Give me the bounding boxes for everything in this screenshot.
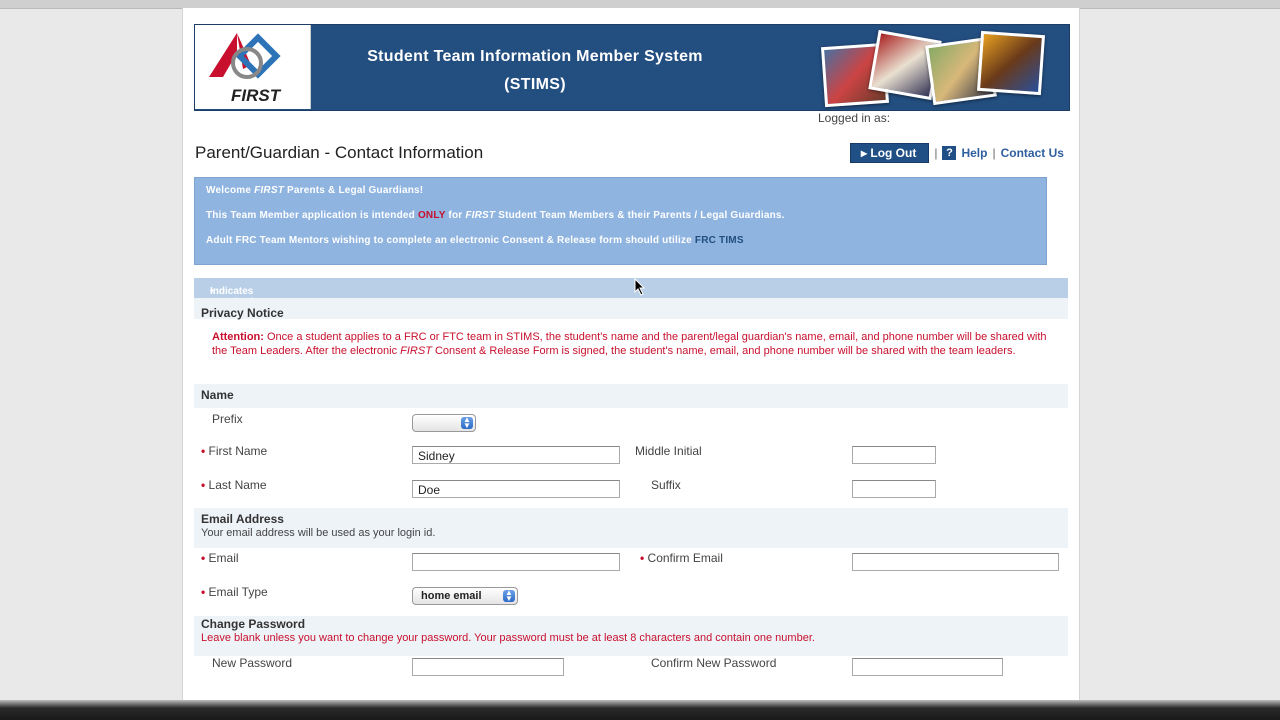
- required-dot-icon: •: [201, 551, 206, 565]
- photo-4: [976, 30, 1046, 96]
- welcome-first: FIRST: [465, 210, 496, 221]
- welcome-text: Parents & Legal Guardians!: [284, 185, 424, 196]
- new-password-label: New Password: [212, 656, 293, 670]
- attention-label: Attention:: [212, 331, 264, 343]
- contact-us-link[interactable]: Contact Us: [1001, 146, 1064, 160]
- welcome-line-3: Adult FRC Team Mentors wishing to comple…: [206, 235, 744, 246]
- logged-in-label: Logged in as:: [818, 111, 891, 125]
- email-label: • Email: [201, 551, 239, 565]
- new-password-input[interactable]: [412, 658, 564, 676]
- middle-initial-label: Middle Initial: [635, 444, 702, 458]
- page-container: FIRST Student Team Information Member Sy…: [182, 8, 1080, 700]
- select-arrow-icon: ▲ ▼: [461, 416, 473, 430]
- logout-label: Log Out: [870, 146, 917, 160]
- email-input[interactable]: [412, 553, 620, 571]
- required-dot-icon: •: [201, 478, 206, 492]
- site-title: Student Team Information Member System (…: [315, 43, 755, 99]
- confirm-password-label: Confirm New Password: [651, 656, 777, 670]
- password-heading: Change Password: [201, 617, 306, 631]
- welcome-first: FIRST: [254, 185, 284, 196]
- confirm-email-input[interactable]: [852, 553, 1059, 571]
- name-heading-bg: [194, 384, 1068, 408]
- welcome-text: Adult FRC Team Mentors wishing to comple…: [206, 235, 695, 246]
- required-field-bar: • Indicates Required Field: [194, 278, 1068, 319]
- required-dot-icon: •: [640, 551, 645, 565]
- logout-button[interactable]: ▸ Log Out: [850, 143, 930, 163]
- first-name-label: • First Name: [201, 444, 267, 458]
- last-name-input[interactable]: Doe: [412, 480, 620, 498]
- privacy-heading: Privacy Notice: [201, 306, 284, 320]
- privacy-text: Consent & Release Form is signed, the st…: [431, 345, 1016, 357]
- required-dot-icon: •: [201, 585, 206, 599]
- confirm-email-label: • Confirm Email: [640, 551, 723, 565]
- email-heading: Email Address: [201, 512, 284, 526]
- email-type-select[interactable]: home email ▲ ▼: [412, 587, 518, 605]
- first-name-label-text: First Name: [208, 444, 268, 458]
- first-logo[interactable]: FIRST: [195, 25, 311, 109]
- welcome-text: Welcome: [206, 185, 255, 196]
- last-name-label: • Last Name: [201, 478, 267, 492]
- last-name-label-text: Last Name: [208, 478, 267, 492]
- email-type-value: home email: [421, 590, 482, 602]
- email-label-text: Email: [208, 551, 239, 565]
- privacy-heading-bg: [194, 298, 1068, 319]
- suffix-input[interactable]: [852, 480, 936, 498]
- confirm-password-input[interactable]: [852, 658, 1003, 676]
- name-heading: Name: [201, 388, 234, 402]
- welcome-text: Student Team Members & their Parents / L…: [495, 210, 785, 221]
- email-type-label: • Email Type: [201, 585, 268, 599]
- prefix-select[interactable]: ▲ ▼: [412, 414, 476, 432]
- welcome-box: Welcome FIRST Parents & Legal Guardians!…: [194, 177, 1047, 265]
- top-links: ▸ Log Out | ? Help | Contact Us: [850, 143, 1064, 163]
- privacy-notice-text: Attention: Once a student applies to a F…: [212, 330, 1052, 358]
- help-icon[interactable]: ?: [942, 146, 957, 160]
- page-title: Parent/Guardian - Contact Information: [195, 143, 484, 162]
- password-note: Leave blank unless you want to change yo…: [201, 632, 815, 644]
- confirm-email-label-text: Confirm Email: [647, 551, 723, 565]
- welcome-line-2: This Team Member application is intended…: [206, 210, 785, 221]
- welcome-text: for: [445, 210, 466, 221]
- first-name-input[interactable]: Sidney: [412, 446, 620, 464]
- required-dot-icon: •: [201, 444, 206, 458]
- help-link[interactable]: Help: [961, 146, 987, 160]
- prefix-label: Prefix: [212, 412, 243, 426]
- welcome-line-1: Welcome FIRST Parents & Legal Guardians!: [206, 185, 423, 196]
- logo-text: FIRST: [231, 86, 281, 105]
- email-note: Your email address will be used as your …: [201, 527, 436, 539]
- mouse-cursor-icon: [634, 278, 646, 296]
- only-emphasis: ONLY: [417, 210, 446, 221]
- site-title-line2: (STIMS): [504, 76, 566, 93]
- site-title-line1: Student Team Information Member System: [367, 48, 703, 65]
- welcome-text: This Team Member application is intended: [206, 210, 418, 221]
- header-banner: FIRST Student Team Information Member Sy…: [194, 24, 1070, 111]
- email-type-label-text: Email Type: [208, 585, 268, 599]
- separator: |: [934, 146, 938, 160]
- separator: |: [992, 146, 996, 160]
- privacy-first: FIRST: [400, 345, 432, 357]
- suffix-label: Suffix: [651, 478, 681, 492]
- header-photos: [817, 29, 1047, 108]
- middle-initial-input[interactable]: [852, 446, 936, 464]
- frc-tims-link[interactable]: FRC TIMS: [695, 235, 744, 246]
- select-arrow-icon: ▲ ▼: [503, 589, 515, 603]
- browser-bottom-bar: [0, 700, 1280, 720]
